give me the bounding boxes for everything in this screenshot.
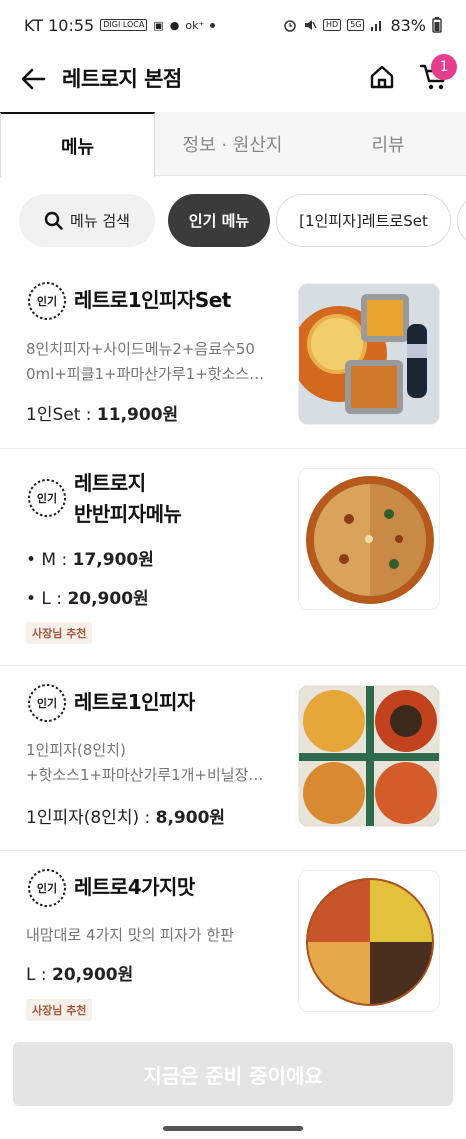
popular-badge-icon: 인기 [26, 867, 68, 909]
item-price: 1인Set : 11,900원 [26, 405, 179, 425]
search-icon [44, 211, 63, 230]
menu-search-label: 메뉴 검색 [70, 212, 130, 230]
item-title: 레트로지 반반피자메뉴 [74, 471, 182, 526]
popular-badge-icon: 인기 [26, 477, 68, 519]
item-price-large: • L : 20,900원 [26, 589, 149, 609]
item-photo-single-pizzas [298, 685, 440, 827]
order-button-disabled[interactable]: 지금은 준비 중이에요 [13, 1042, 453, 1106]
item-description: 내맘대로 4가지 맛의 피자가 한판 [26, 926, 235, 944]
cart-count-badge: 1 [431, 54, 457, 80]
digiloca-icon: DIGI LOCA [100, 19, 148, 31]
tab-info-origin[interactable]: 정보 · 원산지 [155, 112, 310, 176]
5g-icon: 5G [347, 19, 365, 31]
system-nav-bar [0, 1118, 466, 1139]
item-photo-set [298, 283, 440, 425]
home-gesture-handle[interactable] [163, 1126, 303, 1131]
app-notification-icon: ▣ [153, 18, 164, 32]
battery-icon [432, 17, 442, 33]
menu-item[interactable]: 인기 레트로지 반반피자메뉴 • M : 17,900원 • L : 20,90… [0, 449, 466, 666]
item-photo-half-half [298, 468, 440, 610]
menu-item[interactable]: 인기 레트로1인피자 1인피자(8인치) +핫소스1+파마산가루1개+비닐장… … [0, 666, 466, 851]
item-title: 레트로1인피자 [74, 690, 195, 714]
home-button[interactable] [366, 60, 398, 94]
item-title: 레트로1인피자Set [74, 288, 231, 312]
menu-search-chip[interactable]: 메뉴 검색 [19, 194, 155, 247]
menu-item[interactable]: 인기 레트로4가지맛 내맘대로 4가지 맛의 피자가 한판 L : 20,900… [0, 851, 466, 1031]
popular-menu-chip[interactable]: 인기 메뉴 [168, 194, 270, 247]
popular-badge-icon: 인기 [26, 280, 68, 322]
next-category-chip[interactable] [457, 194, 466, 247]
item-price: 1인피자(8인치) : 8,900원 [26, 808, 226, 828]
arrow-left-icon [21, 68, 46, 90]
owner-recommend-tag: 사장님 추천 [26, 999, 93, 1021]
header: 레트로지 본점 [0, 50, 466, 112]
carrier-time: KT 10:55 [24, 15, 95, 35]
item-photo-four-flavors [298, 870, 440, 1012]
page-title: 레트로지 본점 [62, 67, 182, 91]
menu-item[interactable]: 인기 레트로1인피자Set 8인치피자+사이드메뉴2+음료수50 0ml+피클1… [0, 264, 466, 449]
chat-icon: ● [169, 18, 180, 32]
tab-review[interactable]: 리뷰 [310, 112, 466, 176]
tab-bar: 메뉴 정보 · 원산지 리뷰 [0, 112, 466, 177]
signal-icon [371, 21, 382, 31]
alarm-icon [284, 20, 296, 32]
mute-icon [304, 20, 317, 30]
item-price-medium: • M : 17,900원 [26, 550, 154, 570]
status-bar: KT 10:55 DIGI LOCA ▣ ● ok⁺ HD 5G 83% [0, 0, 466, 50]
popular-badge-icon: 인기 [26, 682, 68, 724]
tab-menu[interactable]: 메뉴 [0, 112, 155, 177]
more-notifications-dot-icon [210, 22, 216, 28]
back-button[interactable] [16, 62, 50, 96]
ok-cashbag-icon: ok⁺ [185, 18, 205, 32]
category-chips: 메뉴 검색 인기 메뉴 [1인피자]레트로Set [0, 176, 466, 264]
owner-recommend-tag: 사장님 추천 [26, 622, 93, 644]
single-pizza-set-chip[interactable]: [1인피자]레트로Set [276, 194, 451, 247]
hd-icon: HD [322, 19, 342, 31]
battery-level: 83% [390, 15, 426, 35]
item-price: L : 20,900원 [26, 965, 134, 985]
item-description: 1인피자(8인치) +핫소스1+파마산가루1개+비닐장… [26, 741, 264, 784]
item-description: 8인치피자+사이드메뉴2+음료수50 0ml+피클1+파마산가루1+핫소스… [26, 340, 265, 383]
item-title: 레트로4가지맛 [74, 875, 195, 899]
home-icon [370, 65, 394, 89]
